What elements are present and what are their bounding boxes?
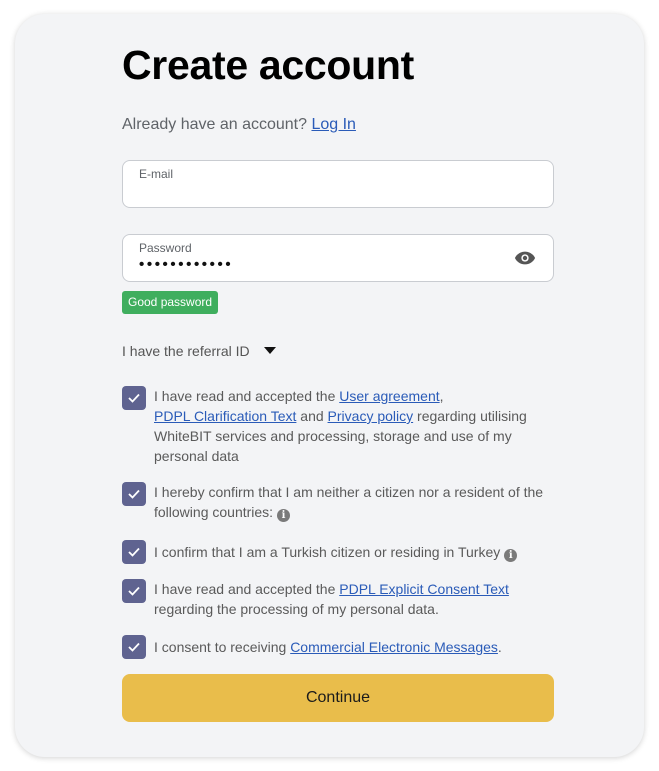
pdpl-explicit-consent-link[interactable]: PDPL Explicit Consent Text [339, 581, 509, 597]
agreement-text-part: , [439, 388, 444, 404]
checkmark-icon [128, 642, 140, 652]
agreement-checkbox-residency[interactable] [122, 482, 146, 506]
agreement-checkbox-turkish-citizen[interactable] [122, 540, 146, 564]
agreement-text-part: I consent to receiving [154, 639, 291, 655]
commercial-messages-link[interactable]: Commercial Electronic Messages [290, 639, 498, 655]
login-prompt: Already have an account? Log In [122, 116, 356, 134]
agreement-text: I hereby confirm that I am neither a cit… [154, 482, 554, 522]
pdpl-clarification-link[interactable]: PDPL Clarification Text [154, 408, 296, 424]
agreement-text: I have read and accepted the User agreem… [154, 386, 554, 466]
page-title: Create account [122, 42, 415, 88]
password-input[interactable]: •••••••••••• [139, 256, 233, 273]
agreement-checkbox-pdpl-consent[interactable] [122, 579, 146, 603]
agreement-text: I confirm that I am a Turkish citizen or… [154, 542, 518, 564]
agreement-text-part: regarding the processing of my personal … [154, 601, 439, 617]
checkmark-icon [128, 547, 140, 557]
agreement-user-terms: I have read and accepted the User agreem… [122, 386, 554, 466]
referral-toggle[interactable]: I have the referral ID [122, 343, 276, 359]
agreement-commercial-messages: I consent to receiving Commercial Electr… [122, 635, 554, 659]
agreement-text: I consent to receiving Commercial Electr… [154, 637, 502, 659]
agreement-residency: I hereby confirm that I am neither a cit… [122, 482, 554, 522]
checkmark-icon [128, 489, 140, 499]
info-icon[interactable]: i [504, 549, 518, 562]
agreement-turkish-citizen: I confirm that I am a Turkish citizen or… [122, 540, 554, 564]
user-agreement-link[interactable]: User agreement [339, 388, 439, 404]
login-prompt-text: Already have an account? [122, 116, 308, 133]
login-link[interactable]: Log In [311, 116, 355, 133]
agreement-text-part: I confirm that I am a Turkish citizen or… [154, 544, 501, 560]
agreement-text-part: I have read and accepted the [154, 388, 340, 404]
agreement-checkbox-commercial-messages[interactable] [122, 635, 146, 659]
agreement-text-part: and [296, 408, 328, 424]
agreement-text-part: I hereby confirm that I am neither a cit… [154, 484, 544, 520]
checkmark-icon [128, 393, 140, 403]
checkmark-icon [128, 586, 140, 596]
agreement-pdpl-consent: I have read and accepted the PDPL Explic… [122, 579, 554, 619]
show-password-eye-icon[interactable] [514, 250, 536, 266]
password-field[interactable]: Password •••••••••••• [122, 234, 554, 282]
agreement-checkbox-user-terms[interactable] [122, 386, 146, 410]
email-label: E-mail [139, 167, 174, 181]
agreement-text: I have read and accepted the PDPL Explic… [154, 579, 509, 619]
continue-button[interactable]: Continue [122, 674, 554, 722]
password-label: Password [139, 241, 192, 255]
signup-card: Create account Already have an account? … [15, 14, 644, 757]
agreement-text-part: . [497, 639, 502, 655]
referral-label: I have the referral ID [122, 343, 250, 359]
email-field[interactable]: E-mail [122, 160, 554, 208]
email-input[interactable] [139, 183, 499, 203]
password-strength-badge: Good password [122, 291, 219, 314]
privacy-policy-link[interactable]: Privacy policy [328, 408, 414, 424]
info-icon[interactable]: i [277, 509, 291, 522]
caret-down-icon [263, 347, 276, 354]
agreement-text-part: I have read and accepted the [154, 581, 340, 597]
